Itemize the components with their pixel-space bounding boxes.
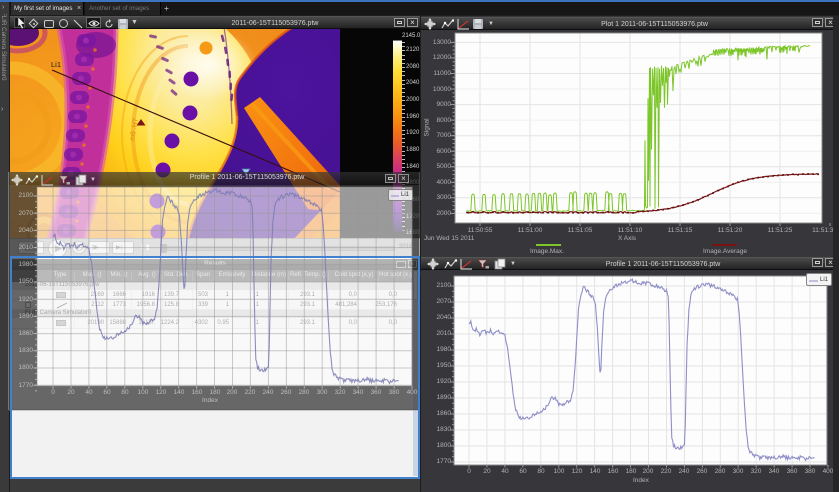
svg-text:Li1: Li1 — [51, 60, 61, 69]
svg-text:FLIR Camera Simulator0: FLIR Camera Simulator0 — [0, 14, 7, 81]
